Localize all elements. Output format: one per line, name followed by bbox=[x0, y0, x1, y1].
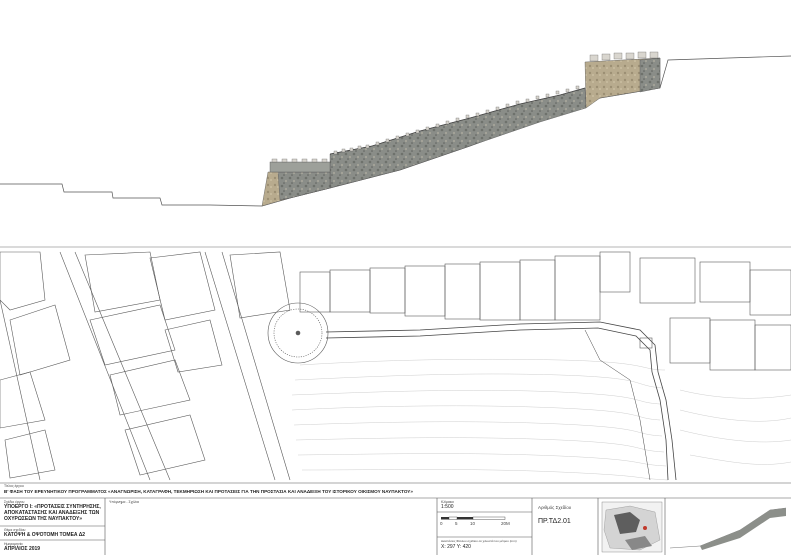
sheet-number: ΠΡ.ΤΔ2.01 bbox=[538, 518, 571, 525]
scale-bar bbox=[441, 516, 506, 520]
elevation-view bbox=[0, 51, 791, 248]
dims-label: Διαστάσεις Φύλλου σχεδίου σε χιλιοστά το… bbox=[441, 539, 517, 543]
terrain-contours bbox=[291, 359, 791, 481]
ground-line bbox=[0, 55, 791, 207]
sheet-number-label: Αριθμός Σχεδίου bbox=[538, 505, 572, 510]
building-blocks-top bbox=[299, 251, 791, 371]
date-value: ΑΠΡΙΛΙΟΣ 2019 bbox=[4, 546, 41, 552]
drawing-sheet: Τίτλος έργου Β' ΦΑΣΗ ΤΟΥ ΕΡΕΥΝΗΤΙΚΟΥ ΠΡΟ… bbox=[0, 0, 791, 555]
right-tower bbox=[584, 51, 661, 109]
fortification-wall bbox=[329, 87, 587, 189]
project-title: Β' ΦΑΣΗ ΤΟΥ ΕΡΕΥΝΗΤΙΚΟΥ ΠΡΟΓΡΑΜΜΑΤΟΣ «ΑΝ… bbox=[4, 489, 413, 494]
subproject-line-3: ΟΧΥΡΩΣΕΩΝ ΤΗΣ ΝΑΥΠΑΚΤΟΥ» bbox=[4, 516, 83, 522]
scale-tick-20: 20M bbox=[501, 521, 510, 526]
scale-tick-0: 0 bbox=[440, 521, 443, 526]
wall-plan bbox=[325, 321, 677, 481]
elevation-thumbnail bbox=[669, 507, 787, 550]
notes-label: Υπόμνημα - Σχόλια bbox=[109, 500, 139, 504]
dims-value: X: 297 Y: 420 bbox=[441, 544, 471, 550]
scale-tick-5: 5 bbox=[455, 521, 458, 526]
left-tower bbox=[261, 158, 331, 207]
building-blocks-left bbox=[0, 251, 291, 479]
key-map bbox=[601, 501, 663, 553]
plan-view bbox=[0, 251, 791, 481]
drawing-title: ΚΑΤΟΨΗ & ΟΨΟΤΟΜΗ ΤΟΜΕΑ Δ2 bbox=[4, 532, 86, 538]
project-label: Τίτλος έργου bbox=[4, 484, 24, 488]
scale-tick-10: 10 bbox=[470, 521, 476, 526]
scale-value: 1:500 bbox=[441, 504, 454, 510]
